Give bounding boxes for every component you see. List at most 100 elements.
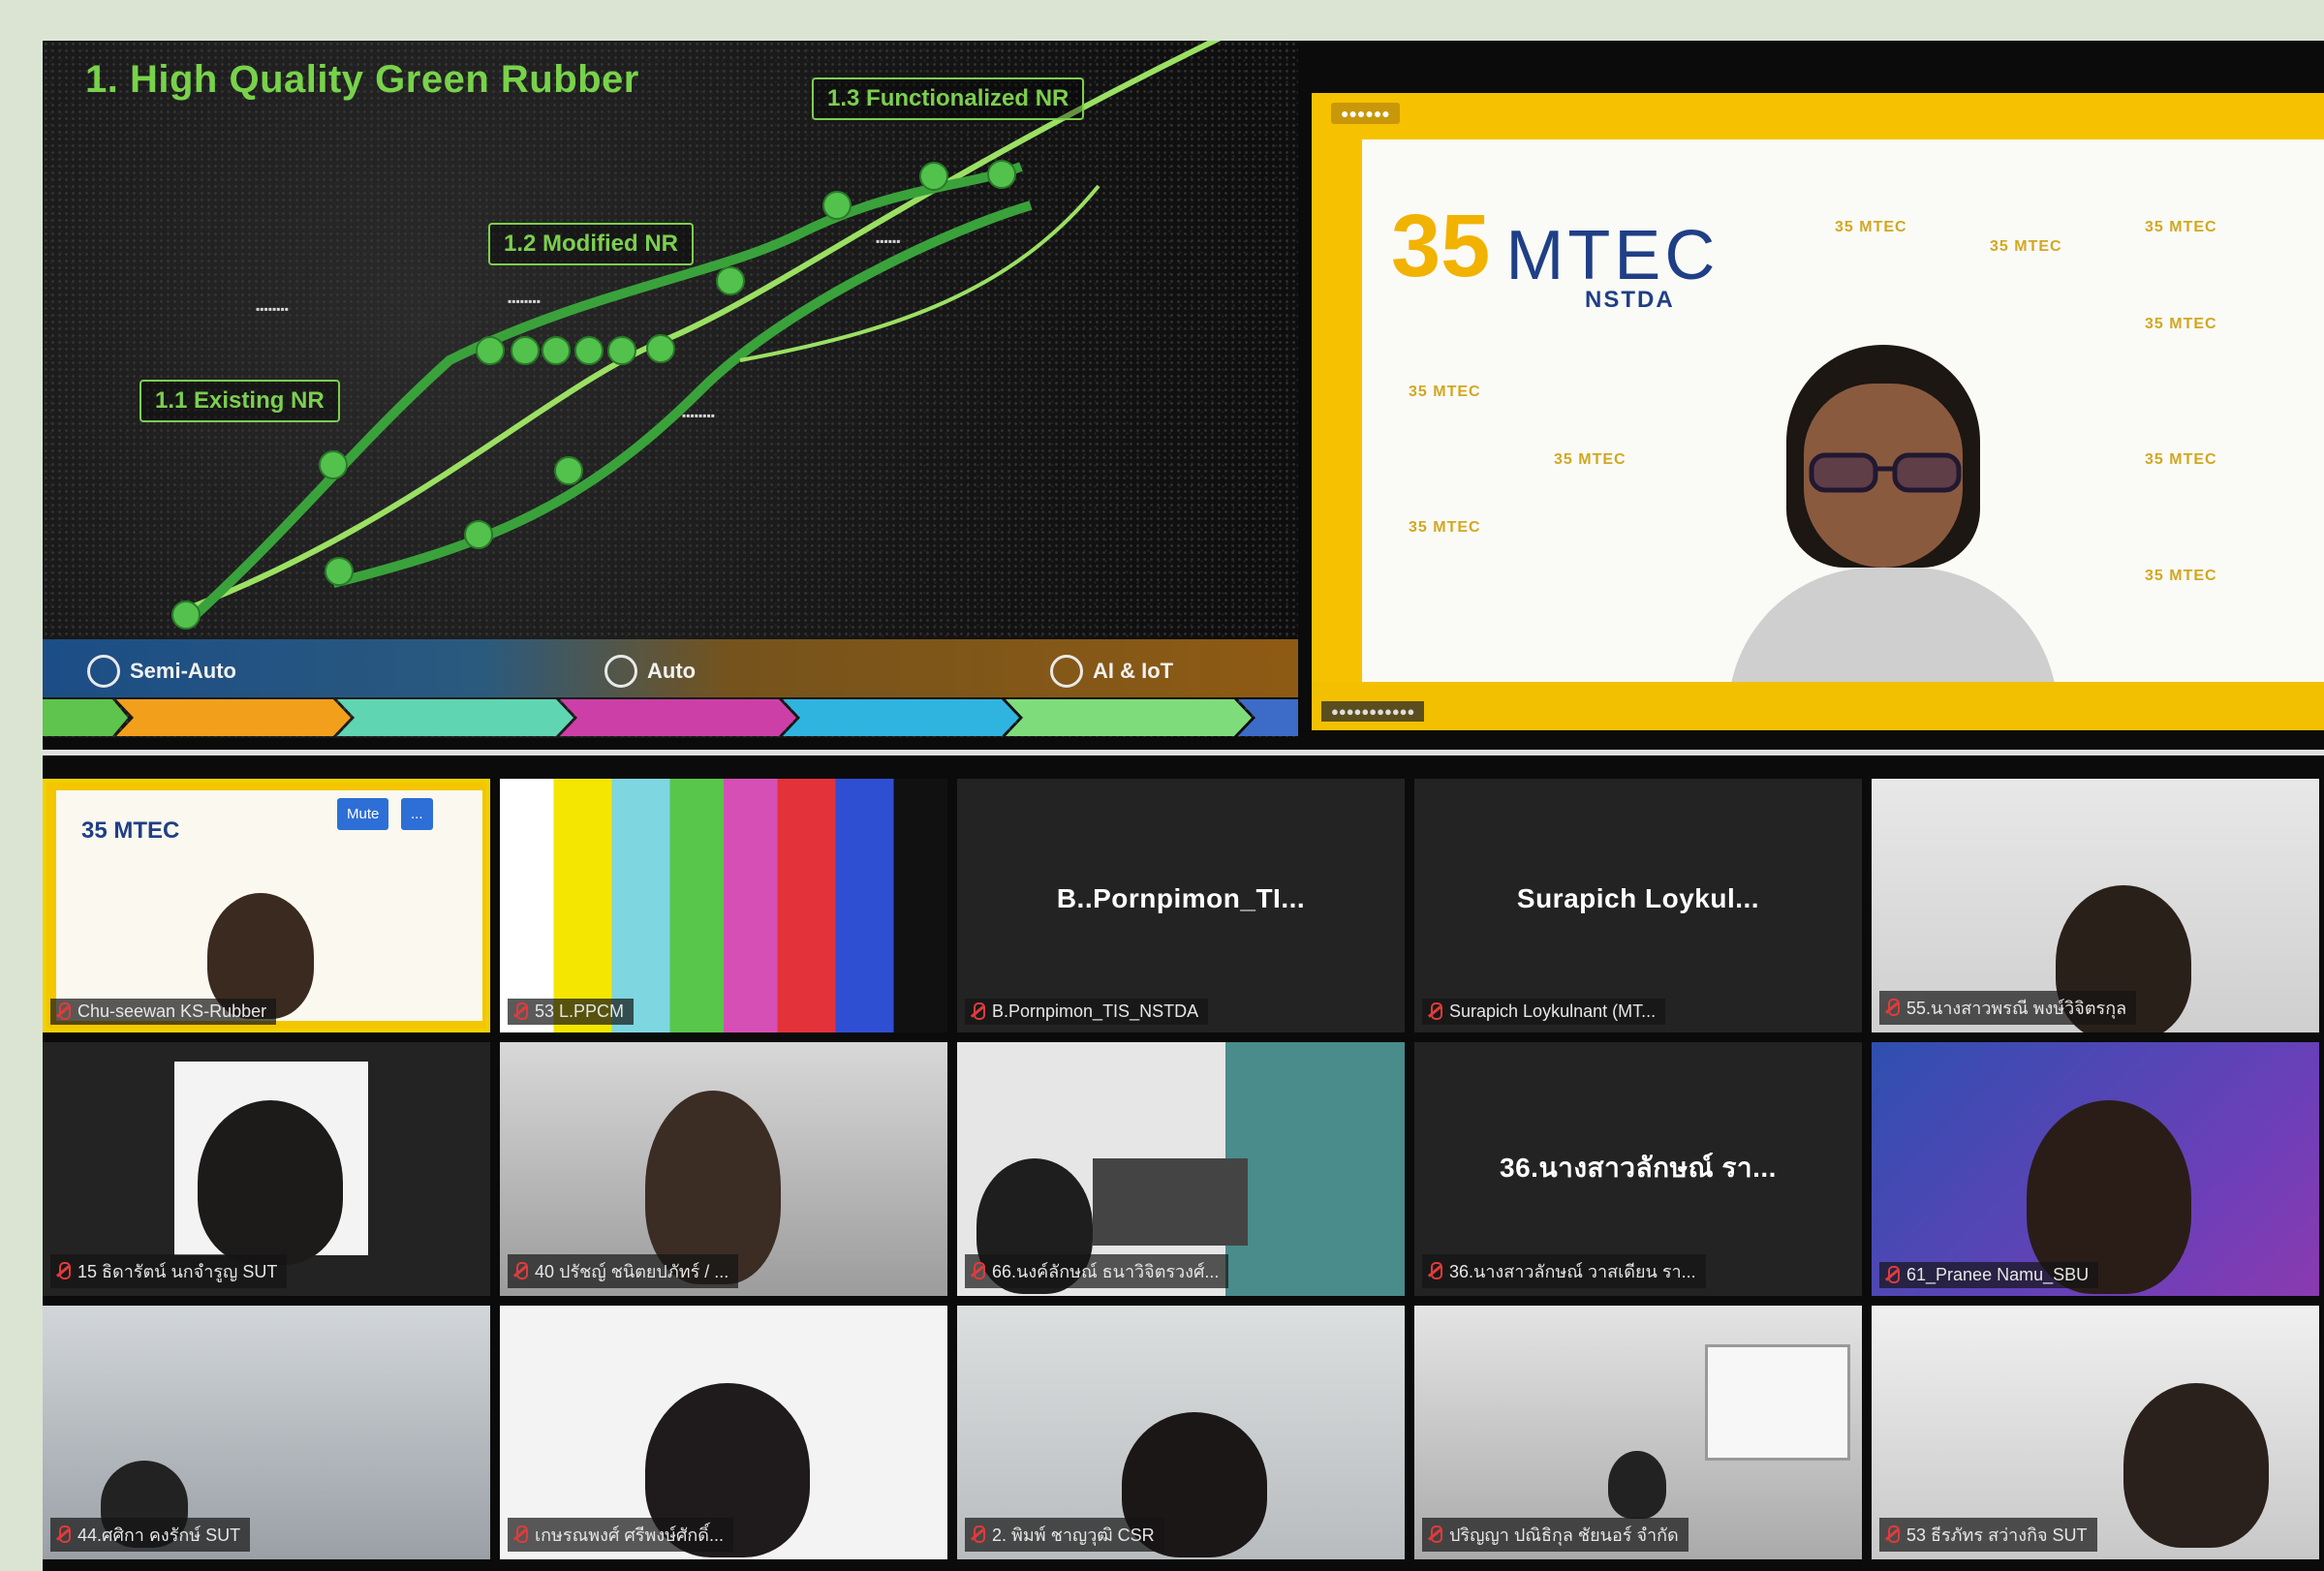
more-button[interactable]: ... bbox=[401, 798, 433, 830]
participant-name: 55.นางสาวพรณี พงษ์วิจิตรกุล bbox=[1906, 999, 2127, 1018]
participant-tile[interactable]: 40 ปรัชญ์ ชนิตยปภัทร์ / ... bbox=[500, 1042, 947, 1296]
mini-logo: 35 MTEC bbox=[2145, 451, 2217, 468]
mic-muted-icon bbox=[1885, 998, 1900, 1018]
participant-caption: 53 ธีรภัทร สว่างกิจ SUT bbox=[1879, 1518, 2097, 1552]
mini-logo: 35 MTEC bbox=[1835, 219, 1907, 235]
mini-logo: 35 MTEC bbox=[1554, 451, 1627, 468]
participant-caption: B.Pornpimon_TIS_NSTDA bbox=[965, 999, 1209, 1025]
color-bars bbox=[500, 779, 947, 1032]
node-label: ▪▪▪▪▪▪▪▪ bbox=[256, 302, 290, 316]
mic-muted-icon bbox=[513, 1261, 528, 1281]
participant-caption: 2. พิมพ์ ชาญวุฒิ CSR bbox=[965, 1518, 1164, 1552]
divider bbox=[43, 750, 2324, 755]
projector-screen bbox=[1705, 1344, 1850, 1461]
mini-logo: 35 MTEC bbox=[1409, 519, 1481, 536]
participant-caption: 44.ศศิกา คงรักษ์ SUT bbox=[50, 1518, 251, 1552]
band-label-ai-iot: AI & IoT bbox=[1050, 655, 1173, 688]
zoom-meeting-window: 1. High Quality Green Rubber 1.3 Functio… bbox=[43, 41, 2324, 1571]
participant-tile[interactable]: 36.นางสาวลักษณ์ รา... 36.นางสาวลักษณ์ วา… bbox=[1414, 1042, 1862, 1296]
participant-name: Chu-seewan KS-Rubber bbox=[77, 1001, 267, 1021]
participant-name: B.Pornpimon_TIS_NSTDA bbox=[992, 1001, 1199, 1021]
backdrop-stripe bbox=[1312, 682, 2324, 730]
participant-caption: 36.นางสาวลักษณ์ วาสเดียน รา... bbox=[1422, 1254, 1706, 1288]
participant-tile[interactable]: Surapich Loykul... Surapich Loykulnant (… bbox=[1414, 779, 1862, 1032]
mini-logo: 35 MTEC bbox=[1409, 384, 1481, 400]
participant-name: 53 ธีรภัทร สว่างกิจ SUT bbox=[1906, 1525, 2088, 1545]
mtec-logo: 35 MTEC NSTDA bbox=[1391, 197, 1720, 313]
participant-caption: 55.นางสาวพรณี พงษ์วิจิตรกุล bbox=[1879, 991, 2137, 1025]
stage-label-modified: 1.2 Modified NR bbox=[488, 223, 695, 265]
logo-org: NSTDA bbox=[1585, 287, 1675, 313]
mic-muted-icon bbox=[971, 1261, 985, 1281]
participant-name: 2. พิมพ์ ชาญวุฒิ CSR bbox=[992, 1525, 1155, 1545]
gear-icon bbox=[604, 655, 637, 688]
slide-title: 1. High Quality Green Rubber bbox=[85, 58, 639, 101]
participant-tile[interactable]: ปริญญา ปณิธิกุล ชัยนอร์ จำกัด bbox=[1414, 1306, 1862, 1559]
gear-icon bbox=[87, 655, 120, 688]
participant-caption: 40 ปรัชญ์ ชนิตยปภัทร์ / ... bbox=[508, 1254, 739, 1288]
mic-muted-icon bbox=[1428, 1261, 1442, 1281]
mic-muted-icon bbox=[56, 1525, 71, 1545]
participant-caption: 53 L.PPCM bbox=[508, 999, 635, 1025]
band-text: Semi-Auto bbox=[130, 659, 236, 683]
participant-caption: 15 ธิดารัตน์ นกจำรูญ SUT bbox=[50, 1254, 288, 1288]
participant-tile[interactable]: 2. พิมพ์ ชาญวุฒิ CSR bbox=[957, 1306, 1405, 1559]
mute-button[interactable]: Mute bbox=[337, 798, 389, 830]
participant-tile[interactable]: 53 ธีรภัทร สว่างกิจ SUT bbox=[1872, 1306, 2319, 1559]
participant-caption: เกษรณพงศ์ ศรีพงษ์ศักดิ์... bbox=[508, 1518, 733, 1552]
participant-tile[interactable]: 66.นงค์ลักษณ์ ธนาวิจิตรวงศ์... bbox=[957, 1042, 1405, 1296]
logo-number: 35 bbox=[1391, 197, 1491, 295]
participant-name: 44.ศศิกา คงรักษ์ SUT bbox=[77, 1525, 241, 1545]
shared-screen-slide: 1. High Quality Green Rubber 1.3 Functio… bbox=[43, 41, 1298, 738]
participant-caption: Surapich Loykulnant (MT... bbox=[1422, 999, 1666, 1025]
participant-tile[interactable]: 15 ธิดารัตน์ นกจำรูญ SUT bbox=[43, 1042, 490, 1296]
participant-caption: Chu-seewan KS-Rubber bbox=[50, 999, 277, 1025]
mini-logo: 35 MTEC bbox=[2145, 316, 2217, 332]
mic-muted-icon bbox=[971, 1001, 985, 1022]
speaker-name-tag: ●●●●●●●●●●● bbox=[1321, 701, 1425, 722]
participant-caption: 61_Pranee Namu_SBU bbox=[1879, 1262, 2099, 1288]
band-text: Auto bbox=[647, 659, 697, 683]
mic-muted-icon bbox=[513, 1525, 528, 1545]
mic-muted-icon bbox=[56, 1001, 71, 1022]
band-label-semi-auto: Semi-Auto bbox=[87, 655, 236, 688]
glasses-icon bbox=[1809, 452, 1962, 493]
participant-tile[interactable]: 61_Pranee Namu_SBU bbox=[1872, 1042, 2319, 1296]
participant-person bbox=[2123, 1383, 2269, 1548]
speaker-person bbox=[1728, 345, 2058, 730]
speaker-badge: ●●●●●● bbox=[1331, 103, 1400, 124]
network-icon bbox=[1050, 655, 1083, 688]
participant-tile[interactable]: B..Pornpimon_TI... B.Pornpimon_TIS_NSTDA bbox=[957, 779, 1405, 1032]
mic-muted-icon bbox=[1428, 1001, 1442, 1022]
participant-tile[interactable]: เกษรณพงศ์ ศรีพงษ์ศักดิ์... bbox=[500, 1306, 947, 1559]
mic-muted-icon bbox=[513, 1001, 528, 1022]
participant-tile[interactable]: 53 L.PPCM bbox=[500, 779, 947, 1032]
node-label: ▪▪▪▪▪▪▪▪ bbox=[508, 294, 542, 308]
participant-name: 40 ปรัชญ์ ชนิตยปภัทร์ / ... bbox=[535, 1262, 729, 1281]
band-label-auto: Auto bbox=[604, 655, 696, 688]
node-label: ▪▪▪▪▪▪ bbox=[876, 234, 901, 248]
participant-tile[interactable]: 35 MTEC Mute ... Chu-seewan KS-Rubber bbox=[43, 779, 490, 1032]
mic-muted-icon bbox=[56, 1261, 71, 1281]
tile-logo: 35 MTEC bbox=[81, 817, 180, 844]
active-speaker-video: ●●●●●● 35 MTEC NSTDA 35 MTEC 35 MTEC 35 … bbox=[1312, 93, 2324, 730]
participant-caption: ปริญญา ปณิธิกุล ชัยนอร์ จำกัด bbox=[1422, 1518, 1689, 1552]
participant-caption: 66.นงค์ลักษณ์ ธนาวิจิตรวงศ์... bbox=[965, 1254, 1229, 1288]
timeline-arrows bbox=[43, 699, 1298, 736]
participant-tile[interactable]: 55.นางสาวพรณี พงษ์วิจิตรกุล bbox=[1872, 779, 2319, 1032]
participant-display-name: Surapich Loykul... bbox=[1516, 883, 1760, 913]
mini-logo: 35 MTEC bbox=[2145, 568, 2217, 584]
mic-muted-icon bbox=[1885, 1525, 1900, 1545]
stage-label-existing: 1.1 Existing NR bbox=[139, 380, 340, 422]
participant-name: 36.นางสาวลักษณ์ วาสเดียน รา... bbox=[1449, 1262, 1696, 1281]
mic-muted-icon bbox=[971, 1525, 985, 1545]
participant-name: 66.นงค์ลักษณ์ ธนาวิจิตรวงศ์... bbox=[992, 1262, 1220, 1281]
participant-person bbox=[1608, 1451, 1666, 1519]
participant-name: 53 L.PPCM bbox=[535, 1001, 625, 1021]
mic-muted-icon bbox=[1428, 1525, 1442, 1545]
mini-logo: 35 MTEC bbox=[2145, 219, 2217, 235]
room-object bbox=[1093, 1158, 1248, 1246]
participant-display-name: 36.นางสาวลักษณ์ รา... bbox=[1500, 1153, 1777, 1183]
participant-tile[interactable]: 44.ศศิกา คงรักษ์ SUT bbox=[43, 1306, 490, 1559]
logo-name: MTEC bbox=[1505, 217, 1720, 294]
